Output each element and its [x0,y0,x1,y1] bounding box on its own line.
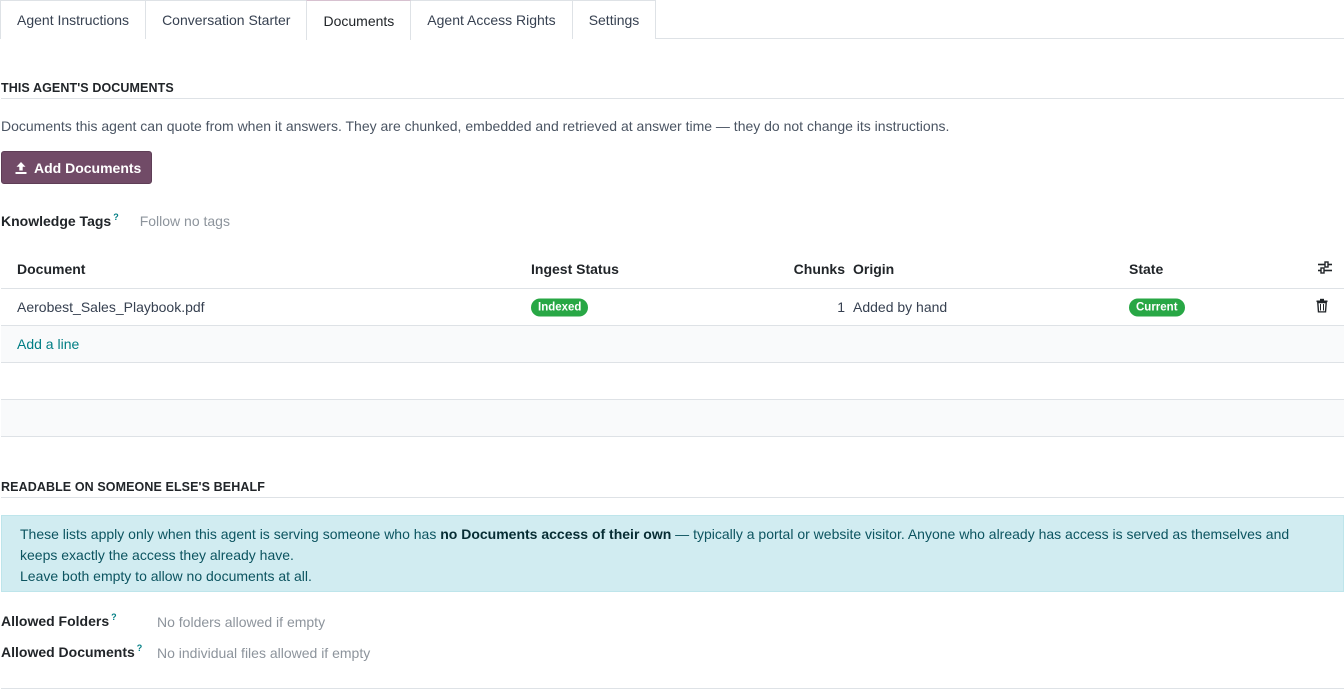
documents-table: Document Ingest Status Chunks Origin Sta… [1,250,1344,437]
allowed-folders-field: Allowed Folders? No folders allowed if e… [1,612,325,630]
add-a-line-link[interactable]: Add a line [17,336,79,352]
column-settings-icon[interactable] [1317,261,1333,278]
column-header-document[interactable]: Document [17,261,85,277]
knowledge-tags-help-icon[interactable]: ? [113,212,119,222]
table-header: Document Ingest Status Chunks Origin Sta… [1,250,1344,289]
allowed-documents-help-icon[interactable]: ? [137,643,143,653]
info-alert: These lists apply only when this agent i… [1,515,1344,592]
bottom-divider [1,688,1344,689]
knowledge-tags-field: Knowledge Tags? Follow no tags [1,211,230,230]
section-title-readable-on-behalf: READABLE ON SOMEONE ELSE'S BEHALF [1,480,1344,498]
knowledge-tags-label: Knowledge Tags? [1,211,119,229]
info-text-bold: no Documents access of their own [440,526,672,542]
table-row-empty [1,400,1344,437]
section-title-agent-documents: THIS AGENT'S DOCUMENTS [1,81,1344,99]
status-badge-indexed: Indexed [531,298,589,317]
info-text-line2: Leave both empty to allow no documents a… [20,568,312,584]
tab-documents[interactable]: Documents [306,0,412,40]
cell-chunks: 1 [837,299,845,315]
state-badge-current: Current [1129,298,1185,317]
cell-ingest-status: Indexed [531,298,589,317]
column-header-origin[interactable]: Origin [853,261,894,277]
tab-agent-instructions[interactable]: Agent Instructions [0,0,147,39]
tab-settings[interactable]: Settings [571,0,657,39]
allowed-documents-input[interactable]: No individual files allowed if empty [157,645,370,661]
tab-conversation-starter[interactable]: Conversation Starter [145,0,308,39]
table-row[interactable]: Aerobest_Sales_Playbook.pdf Indexed 1 Ad… [1,289,1344,326]
upload-icon [15,161,27,174]
cell-state: Current [1129,298,1185,317]
allowed-folders-input[interactable]: No folders allowed if empty [157,614,325,630]
documents-description: Documents this agent can quote from when… [1,118,950,134]
tab-agent-access-rights[interactable]: Agent Access Rights [410,0,573,39]
table-row-empty [1,363,1344,400]
cell-document: Aerobest_Sales_Playbook.pdf [17,299,205,315]
add-documents-label: Add Documents [34,159,142,176]
info-text-part1: These lists apply only when this agent i… [20,526,441,542]
allowed-folders-label: Allowed Folders? [1,612,117,629]
cell-origin: Added by hand [853,299,948,315]
add-documents-button[interactable]: Add Documents [1,151,153,184]
allowed-documents-label: Allowed Documents? [1,643,143,660]
trash-icon[interactable] [1316,298,1328,316]
knowledge-tags-input[interactable]: Follow no tags [140,213,230,229]
column-header-state[interactable]: State [1129,261,1163,277]
allowed-documents-field: Allowed Documents? No individual files a… [1,643,370,661]
allowed-folders-help-icon[interactable]: ? [111,612,117,622]
column-header-ingest-status[interactable]: Ingest Status [531,261,619,277]
tab-bar: Agent Instructions Conversation Starter … [0,0,1344,40]
column-header-chunks[interactable]: Chunks [794,261,845,277]
table-row-add-line: Add a line [1,326,1344,363]
